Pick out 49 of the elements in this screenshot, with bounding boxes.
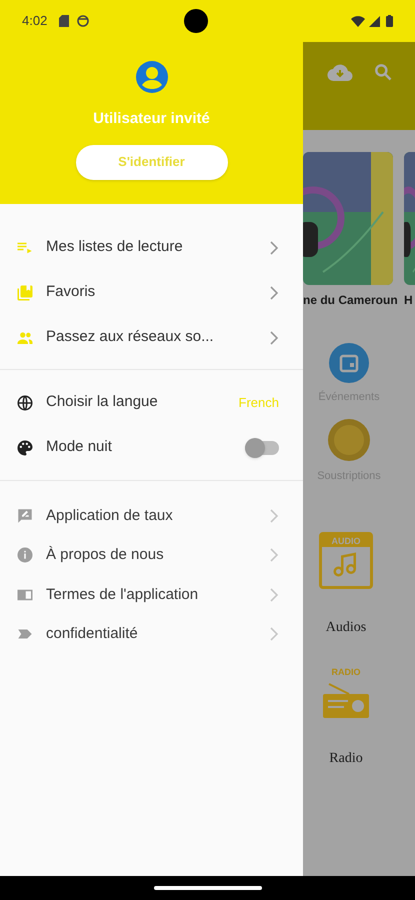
menu-label: Passez aux réseaux so... xyxy=(46,327,215,348)
menu-label: Termes de l'application xyxy=(46,584,200,604)
menu-label: Mes listes de lecture xyxy=(46,237,184,258)
wifi-icon xyxy=(351,16,365,26)
media-label: Audios xyxy=(326,619,366,637)
language-value: French xyxy=(238,394,279,412)
menu-item[interactable]: Application de taux xyxy=(0,496,303,536)
menu-item[interactable]: Termes de l'application xyxy=(0,575,303,614)
menu-label: Application de taux xyxy=(46,506,174,526)
menu-item[interactable]: confidentialité xyxy=(0,614,303,654)
menu-label: Favoris xyxy=(46,282,96,302)
face-icon xyxy=(77,15,90,27)
menu-label: Mode nuit xyxy=(46,437,113,458)
menu-item[interactable]: Mode nuit xyxy=(0,425,303,470)
cloud-download-icon[interactable] xyxy=(327,62,353,82)
coin-icon[interactable] xyxy=(327,418,371,462)
chevron-right-icon xyxy=(269,240,279,254)
globe-icon xyxy=(16,394,34,412)
camera-hole xyxy=(184,9,208,33)
bookmark-stack-icon xyxy=(16,284,34,302)
menu-label: Choisir la langue xyxy=(46,392,159,412)
user-name: Utilisateur invité xyxy=(93,109,210,129)
menu-item[interactable]: Passez aux réseaux so... xyxy=(0,315,303,360)
feedback-icon xyxy=(16,506,34,525)
menu-item[interactable]: Choisir la langue French xyxy=(0,380,303,425)
user-avatar-icon xyxy=(134,60,168,94)
chevron-right-icon xyxy=(269,627,279,642)
audio-file-icon: AUDIO xyxy=(319,532,373,589)
menu-item[interactable]: Favoris xyxy=(0,270,303,315)
menu-item[interactable]: Mes listes de lecture xyxy=(0,225,303,270)
battery-icon xyxy=(386,15,393,27)
chevron-right-icon xyxy=(269,548,279,562)
search-icon[interactable] xyxy=(373,62,393,82)
status-time: 4:02 xyxy=(22,12,48,30)
menu-item[interactable]: À propos de nous xyxy=(0,536,303,575)
chevron-right-icon xyxy=(269,588,279,602)
chevron-right-icon xyxy=(269,330,279,344)
chevron-right-icon xyxy=(269,508,279,523)
card-title: H xyxy=(404,292,414,309)
menu-label: À propos de nous xyxy=(46,545,165,565)
home-handle[interactable] xyxy=(154,886,262,890)
calendar-icon[interactable] xyxy=(329,343,369,383)
signal-icon xyxy=(369,16,380,26)
media-label: Radio xyxy=(329,750,363,768)
sd-card-icon xyxy=(59,15,70,27)
info-icon xyxy=(16,546,34,564)
palette-icon xyxy=(16,438,34,456)
chevron-right-icon xyxy=(269,286,279,300)
menu-label: confidentialité xyxy=(46,624,139,644)
